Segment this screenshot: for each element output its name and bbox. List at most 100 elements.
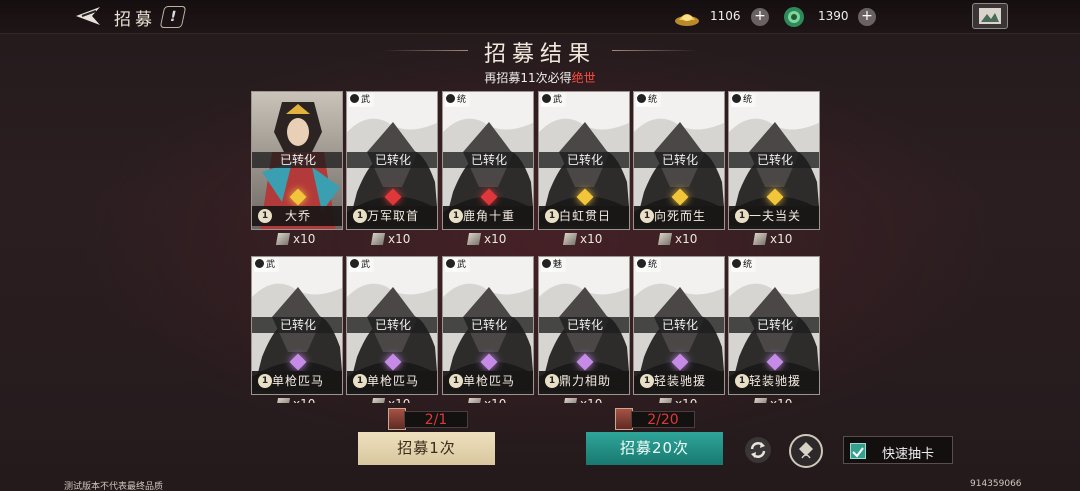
fragment-value: x10 — [388, 232, 411, 246]
card-level-badge: 1 — [735, 209, 749, 223]
fragment-icon — [659, 398, 673, 403]
converted-label: 已转化 — [347, 152, 437, 168]
card-level-badge: 1 — [449, 374, 463, 388]
type-icon — [446, 259, 455, 268]
fragment-icon — [562, 233, 578, 245]
card-type-label: 武 — [361, 95, 371, 105]
tactic-card[interactable]: 武已转化 白虹贯日 1 — [538, 91, 630, 230]
pity-subtitle: 再招募11次必得绝世 — [0, 69, 1080, 86]
quick-draw-checkbox[interactable] — [850, 443, 866, 459]
jade-coin-value: 1390 — [818, 9, 849, 23]
converted-label: 已转化 — [729, 317, 819, 333]
twenty-draw-counter: 2/20 — [615, 408, 697, 430]
single-draw-count: 2/1 — [404, 411, 468, 428]
card-type-label: 魅 — [553, 260, 563, 270]
refresh-icon[interactable] — [744, 436, 772, 464]
fragment-count: x10 — [754, 397, 792, 403]
gold-ingot-value: 1106 — [710, 9, 741, 23]
card-level-badge: 1 — [353, 374, 367, 388]
card-type-badge: 武 — [445, 258, 471, 272]
card-type-badge: 统 — [636, 93, 662, 107]
fragment-value: x10 — [293, 232, 316, 246]
fragment-count: x10 — [370, 232, 411, 248]
fragment-value: x10 — [388, 397, 410, 403]
add-gold-button[interactable]: + — [751, 8, 769, 26]
type-icon — [350, 259, 359, 268]
back-arrow-icon[interactable] — [74, 4, 104, 28]
tactic-card[interactable]: 统已转化 轻装驰援 1 — [728, 256, 820, 395]
hero-card[interactable]: 已转化 大乔 1 — [251, 91, 343, 230]
jade-coin-icon — [782, 6, 808, 28]
gold-ingot-counter: 1106 + — [674, 6, 774, 28]
fragment-icon — [752, 233, 768, 245]
tactic-card[interactable]: 统已转化 轻装驰援 1 — [633, 256, 725, 395]
type-icon — [637, 94, 646, 103]
fragment-value: x10 — [293, 397, 315, 403]
tactic-card[interactable]: 武已转化 单枪匹马 1 — [346, 256, 438, 395]
tactic-card[interactable]: 统已转化 向死而生 1 — [633, 91, 725, 230]
converted-label: 已转化 — [539, 317, 629, 333]
quick-draw-toggle[interactable]: 快速抽卡 — [843, 436, 953, 464]
tactic-card[interactable]: 武已转化 单枪匹马 1 — [442, 256, 534, 395]
card-type-badge: 武 — [349, 93, 375, 107]
info-icon[interactable]: ! — [159, 6, 187, 28]
add-jade-button[interactable]: + — [858, 8, 876, 26]
fragment-count: x10 — [659, 397, 697, 403]
card-level-badge: 1 — [640, 209, 654, 223]
type-icon — [637, 259, 646, 268]
top-bar: 招募 ! 1106 + 1390 + — [0, 0, 1080, 34]
card-type-label: 武 — [553, 95, 563, 105]
card-type-badge: 武 — [349, 258, 375, 272]
type-icon — [446, 94, 455, 103]
fragment-icon — [657, 233, 673, 245]
fragment-value: x10 — [675, 397, 697, 403]
fragment-count: x10 — [372, 397, 410, 403]
card-type-label: 武 — [266, 260, 276, 270]
card-type-label: 统 — [648, 95, 658, 105]
card-level-badge: 1 — [545, 374, 559, 388]
converted-label: 已转化 — [443, 317, 533, 333]
card-level-badge: 1 — [640, 374, 654, 388]
gold-ingot-icon — [674, 6, 700, 28]
converted-label: 已转化 — [634, 317, 724, 333]
card-type-badge: 统 — [731, 258, 757, 272]
twenty-draw-count: 2/20 — [631, 411, 695, 428]
page-title: 招募 — [114, 10, 156, 30]
tactic-card[interactable]: 魅已转化 鼎力相助 1 — [538, 256, 630, 395]
card-type-label: 统 — [743, 260, 753, 270]
card-level-badge: 1 — [735, 374, 749, 388]
tactic-card[interactable]: 统已转化 一夫当关 1 — [728, 91, 820, 230]
type-icon — [542, 94, 551, 103]
fragment-value: x10 — [484, 232, 507, 246]
fragment-value: x10 — [770, 397, 792, 403]
card-type-badge: 统 — [445, 93, 471, 107]
recruit-twenty-button[interactable]: 招募20次 — [586, 432, 723, 465]
card-type-badge: 武 — [541, 93, 567, 107]
converted-label: 已转化 — [634, 152, 724, 168]
fragment-icon — [275, 233, 291, 245]
card-type-label: 统 — [457, 95, 467, 105]
converted-label: 已转化 — [443, 152, 533, 168]
single-draw-counter: 2/1 — [388, 408, 470, 430]
type-icon — [255, 259, 264, 268]
card-type-badge: 武 — [254, 258, 280, 272]
converted-label: 已转化 — [539, 152, 629, 168]
converted-label: 已转化 — [347, 317, 437, 333]
fragment-count: x10 — [466, 232, 507, 248]
test-version-note: 测试版本不代表最终品质 — [64, 482, 164, 491]
fragment-count: x10 — [752, 232, 792, 248]
type-icon — [542, 259, 551, 268]
card-type-label: 武 — [361, 260, 371, 270]
fragment-count: x10 — [277, 397, 315, 403]
tactic-card[interactable]: 武已转化 单枪匹马 1 — [251, 256, 343, 395]
fragment-icon — [754, 398, 768, 403]
recruit-once-button[interactable]: 招募1次 — [358, 432, 495, 465]
card-level-badge: 1 — [353, 209, 367, 223]
skill-preview-icon[interactable] — [789, 434, 823, 468]
fragment-icon — [564, 398, 578, 403]
map-icon[interactable] — [972, 3, 1008, 29]
tactic-card[interactable]: 统已转化 鹿角十重 1 — [442, 91, 534, 230]
card-type-label: 统 — [743, 95, 753, 105]
tactic-card[interactable]: 武已转化 万军取首 1 — [346, 91, 438, 230]
type-icon — [350, 94, 359, 103]
